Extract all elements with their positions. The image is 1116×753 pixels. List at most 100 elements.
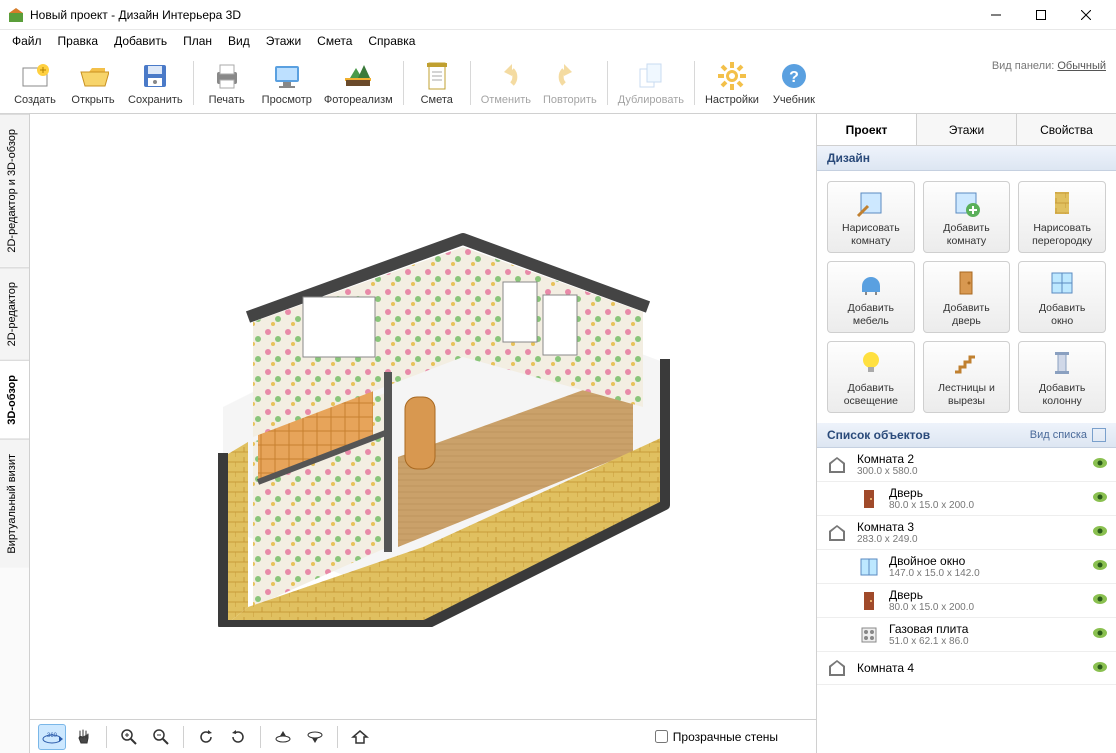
left-tab-combo[interactable]: 2D-редактор и 3D-обзор	[0, 114, 29, 267]
zoom-out-button[interactable]	[147, 724, 175, 750]
toolbar: СоздатьОткрытьСохранитьПечатьПросмотрФот…	[0, 52, 1116, 114]
left-tab-edit2d[interactable]: 2D-редактор	[0, 267, 29, 360]
toolbar-open-button[interactable]: Открыть	[64, 56, 122, 110]
undo-icon	[490, 60, 522, 92]
visibility-eye-icon[interactable]	[1092, 525, 1108, 540]
menu-edit[interactable]: Правка	[50, 32, 107, 50]
titlebar: Новый проект - Дизайн Интерьера 3D	[0, 0, 1116, 30]
transparent-walls-toggle[interactable]: Прозрачные стены	[655, 730, 808, 744]
menubar: Файл Правка Добавить План Вид Этажи Смет…	[0, 30, 1116, 52]
design-add-door-button[interactable]: Добавитьдверь	[923, 261, 1011, 333]
visibility-eye-icon[interactable]	[1092, 491, 1108, 506]
toolbar-create-button[interactable]: Создать	[6, 56, 64, 110]
menu-view[interactable]: Вид	[220, 32, 258, 50]
menu-file[interactable]: Файл	[4, 32, 50, 50]
right-tab-project[interactable]: Проект	[817, 114, 917, 145]
toolbar-settings-button[interactable]: Настройки	[699, 56, 765, 110]
left-tabs: 2D-редактор и 3D-обзор2D-редактор3D-обзо…	[0, 114, 30, 753]
room-icon	[825, 453, 849, 477]
room-icon	[825, 656, 849, 680]
add-column-icon	[1047, 347, 1077, 379]
left-tab-view3d[interactable]: 3D-обзор	[0, 360, 29, 439]
menu-floors[interactable]: Этажи	[258, 32, 309, 50]
object-item-room[interactable]: Комната 3283.0 x 249.0	[817, 516, 1116, 550]
viewport: 360 Прозрачные стены	[30, 114, 816, 753]
objects-section-header: Список объектов Вид списка	[817, 423, 1116, 448]
menu-help[interactable]: Справка	[360, 32, 423, 50]
tilt-down-button[interactable]	[301, 724, 329, 750]
door-icon	[857, 589, 881, 613]
visibility-eye-icon[interactable]	[1092, 661, 1108, 676]
design-add-room-button[interactable]: Добавитькомнату	[923, 181, 1011, 253]
window-icon	[857, 555, 881, 579]
design-draw-partition-button[interactable]: Нарисоватьперегородку	[1018, 181, 1106, 253]
object-list: Комната 2300.0 x 580.0Дверь80.0 x 15.0 x…	[817, 448, 1116, 753]
rotate-cw-button[interactable]	[224, 724, 252, 750]
visibility-eye-icon[interactable]	[1092, 457, 1108, 472]
toolbar-tutorial-button[interactable]: ?Учебник	[765, 56, 823, 110]
add-furniture-icon	[856, 267, 886, 299]
home-view-button[interactable]	[346, 724, 374, 750]
toolbar-save-button[interactable]: Сохранить	[122, 56, 189, 110]
design-add-column-button[interactable]: Добавитьколонну	[1018, 341, 1106, 413]
right-panel: ПроектЭтажиСвойства Дизайн Нарисоватьком…	[816, 114, 1116, 753]
3d-canvas[interactable]	[30, 114, 816, 719]
object-item-door[interactable]: Дверь80.0 x 15.0 x 200.0	[817, 482, 1116, 516]
svg-text:360: 360	[47, 733, 58, 739]
transparent-walls-checkbox[interactable]	[655, 730, 668, 743]
toolbar-redo-button: Повторить	[537, 56, 603, 110]
svg-text:?: ?	[789, 69, 799, 86]
rotate-ccw-button[interactable]	[192, 724, 220, 750]
rotate-360-button[interactable]: 360	[38, 724, 66, 750]
save-icon	[139, 60, 171, 92]
design-add-furniture-button[interactable]: Добавитьмебель	[827, 261, 915, 333]
toolbar-preview-button[interactable]: Просмотр	[256, 56, 318, 110]
minimize-button[interactable]	[973, 0, 1018, 30]
right-tab-floors[interactable]: Этажи	[917, 114, 1017, 145]
design-add-window-button[interactable]: Добавитьокно	[1018, 261, 1106, 333]
object-item-door[interactable]: Дверь80.0 x 15.0 x 200.0	[817, 584, 1116, 618]
menu-estimate[interactable]: Смета	[309, 32, 360, 50]
toolbar-duplicate-button: Дублировать	[612, 56, 690, 110]
right-panel-tabs: ПроектЭтажиСвойства	[817, 114, 1116, 146]
visibility-eye-icon[interactable]	[1092, 627, 1108, 642]
panel-mode-link[interactable]: Обычный	[1057, 60, 1106, 72]
tilt-up-button[interactable]	[269, 724, 297, 750]
draw-partition-icon	[1047, 187, 1077, 219]
object-item-stove[interactable]: Газовая плита51.0 x 62.1 x 86.0	[817, 618, 1116, 652]
add-window-icon	[1047, 267, 1077, 299]
visibility-eye-icon[interactable]	[1092, 593, 1108, 608]
add-light-icon	[856, 347, 886, 379]
add-room-icon	[951, 187, 981, 219]
photoreal-icon	[342, 60, 374, 92]
preview-icon	[271, 60, 303, 92]
maximize-button[interactable]	[1018, 0, 1063, 30]
create-icon	[19, 60, 51, 92]
object-item-room[interactable]: Комната 4	[817, 652, 1116, 685]
design-grid: НарисоватькомнатуДобавитькомнатуНарисова…	[817, 171, 1116, 423]
door-icon	[857, 487, 881, 511]
close-button[interactable]	[1063, 0, 1108, 30]
toolbar-photoreal-button[interactable]: Фотореализм	[318, 56, 399, 110]
menu-add[interactable]: Добавить	[106, 32, 175, 50]
toolbar-undo-button: Отменить	[475, 56, 537, 110]
zoom-in-button[interactable]	[115, 724, 143, 750]
design-stairs-button[interactable]: Лестницы ивырезы	[923, 341, 1011, 413]
pan-button[interactable]	[70, 724, 98, 750]
list-view-icon[interactable]	[1092, 428, 1106, 442]
objects-view-mode[interactable]: Вид списка	[1030, 429, 1087, 441]
toolbar-print-button[interactable]: Печать	[198, 56, 256, 110]
toolbar-estimate-button[interactable]: Смета	[408, 56, 466, 110]
view-toolbar: 360 Прозрачные стены	[30, 719, 816, 753]
print-icon	[211, 60, 243, 92]
left-tab-virtual[interactable]: Виртуальный визит	[0, 439, 29, 568]
object-item-room[interactable]: Комната 2300.0 x 580.0	[817, 448, 1116, 482]
object-item-window[interactable]: Двойное окно147.0 x 15.0 x 142.0	[817, 550, 1116, 584]
menu-plan[interactable]: План	[175, 32, 220, 50]
design-draw-room-button[interactable]: Нарисоватькомнату	[827, 181, 915, 253]
draw-room-icon	[856, 187, 886, 219]
design-add-light-button[interactable]: Добавитьосвещение	[827, 341, 915, 413]
panel-mode: Вид панели: Обычный	[992, 60, 1106, 72]
visibility-eye-icon[interactable]	[1092, 559, 1108, 574]
right-tab-properties[interactable]: Свойства	[1017, 114, 1116, 145]
